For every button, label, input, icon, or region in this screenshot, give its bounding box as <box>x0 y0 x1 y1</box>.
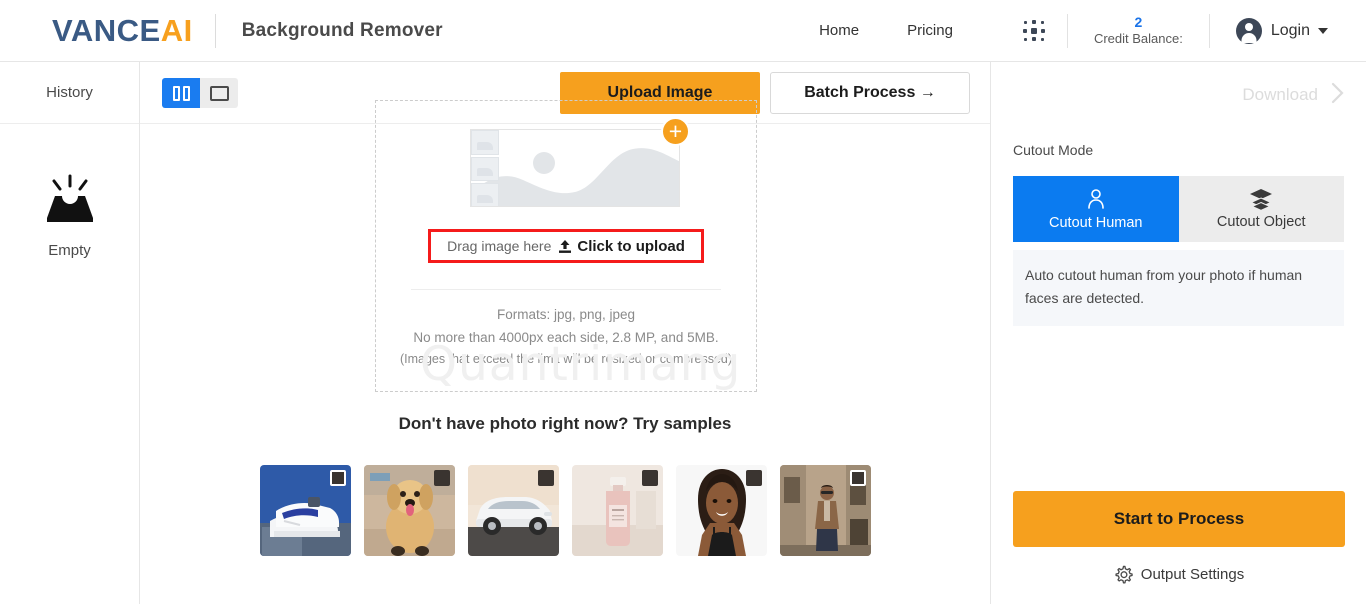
sample-man[interactable] <box>779 465 871 556</box>
logo-text-vance: VANCE <box>52 13 161 48</box>
sample-select-badge[interactable] <box>745 470 762 486</box>
upload-arrow-icon <box>558 239 572 254</box>
view-single-button[interactable] <box>200 78 238 108</box>
upload-dropzone[interactable]: + Drag image here Click to upload Format… <box>375 100 757 392</box>
dropzone-divider <box>411 289 721 290</box>
output-settings-label: Output Settings <box>1140 566 1245 583</box>
login-label: Login <box>1270 21 1310 39</box>
add-image-badge[interactable]: + <box>661 117 690 146</box>
chevron-down-icon <box>1318 27 1328 34</box>
single-view-icon <box>209 85 229 101</box>
gear-icon <box>1115 565 1133 584</box>
grid-dots-icon <box>1022 19 1045 42</box>
layers-icon <box>1250 189 1273 210</box>
placeholder-hills <box>471 148 679 206</box>
filmstrip-icon <box>471 130 499 206</box>
sample-woman[interactable] <box>675 465 767 556</box>
user-avatar-icon <box>1235 17 1262 44</box>
page-title: Background Remover <box>241 19 443 41</box>
image-placeholder-wrap: + <box>452 117 690 207</box>
nav-pricing[interactable]: Pricing <box>883 22 977 39</box>
cutout-mode-group: Cutout Human Cutout Object <box>1013 176 1344 242</box>
dropzone-notes: Formats: jpg, png, jpeg No more than 400… <box>376 303 756 371</box>
history-title: History <box>0 62 139 124</box>
sample-sneakers[interactable] <box>259 465 351 556</box>
header-nav: Home Pricing 2 Credit Balance: Login <box>795 13 1366 48</box>
resize-note-label: (Images that exceed the limit will be re… <box>399 352 733 367</box>
download-button[interactable]: Download <box>991 62 1366 128</box>
history-empty-state: Empty <box>0 174 139 259</box>
sample-dog[interactable] <box>363 465 455 556</box>
inbox-tray-icon <box>39 174 101 224</box>
person-icon <box>1087 189 1104 209</box>
login-button[interactable]: Login <box>1210 17 1366 44</box>
nav-home[interactable]: Home <box>795 22 883 39</box>
samples-title: Don't have photo right now? Try samples <box>398 414 732 433</box>
chevron-right-icon <box>1330 81 1346 110</box>
main-workspace: Upload Image Batch Process → + Drag imag <box>140 62 990 604</box>
view-mode-toggle <box>162 78 238 108</box>
brand-logo[interactable]: VANCEAI <box>52 15 193 46</box>
drag-upload-box[interactable]: Drag image here Click to upload <box>428 229 704 263</box>
sample-select-badge[interactable] <box>433 470 450 486</box>
apps-grid-button[interactable] <box>977 19 1067 42</box>
app-header: VANCEAI Background Remover Home Pricing <box>0 0 1366 62</box>
app-root: VANCEAI Background Remover Home Pricing <box>0 0 1366 604</box>
cutout-mode-label: Cutout Mode <box>1013 142 1094 158</box>
drag-hint-label: Drag image here <box>447 238 552 254</box>
sample-car[interactable] <box>467 465 559 556</box>
view-split-button[interactable] <box>162 78 200 108</box>
credit-balance: 2 Credit Balance: <box>1068 14 1209 48</box>
credit-balance-label: Credit Balance: <box>1093 31 1183 47</box>
samples-row <box>140 465 990 556</box>
cutout-mode-description: Auto cutout human from your photo if hum… <box>1013 250 1344 327</box>
history-sidebar: History Empty <box>0 62 140 604</box>
history-empty-label: Empty <box>48 242 91 259</box>
limits-label: No more than 4000px each side, 2.8 MP, a… <box>413 330 719 346</box>
download-label: Download <box>1242 85 1318 104</box>
sample-select-badge[interactable] <box>641 470 658 486</box>
cutout-object-button[interactable]: Cutout Object <box>1178 176 1344 242</box>
cutout-object-label: Cutout Object <box>1216 214 1306 230</box>
sample-select-badge[interactable] <box>849 470 866 486</box>
output-settings-button[interactable]: Output Settings <box>991 565 1366 584</box>
logo-text-ai: AI <box>160 13 193 48</box>
batch-process-button[interactable]: Batch Process → <box>770 72 970 114</box>
click-upload-label: Click to upload <box>577 237 685 255</box>
cutout-human-button[interactable]: Cutout Human <box>1013 176 1179 242</box>
sample-select-badge[interactable] <box>537 470 554 486</box>
cutout-human-label: Cutout Human <box>1049 215 1143 231</box>
header-divider <box>214 13 216 48</box>
credit-balance-value: 2 <box>1134 13 1143 30</box>
settings-panel: Download Cutout Mode Cutout Human Cutout… <box>990 62 1366 604</box>
sample-bottle[interactable] <box>571 465 663 556</box>
image-placeholder-icon <box>470 129 680 207</box>
start-process-button[interactable]: Start to Process <box>1013 491 1345 547</box>
split-view-icon <box>172 85 190 101</box>
sample-select-badge[interactable] <box>329 470 346 486</box>
formats-label: Formats: jpg, png, jpeg <box>496 307 636 322</box>
